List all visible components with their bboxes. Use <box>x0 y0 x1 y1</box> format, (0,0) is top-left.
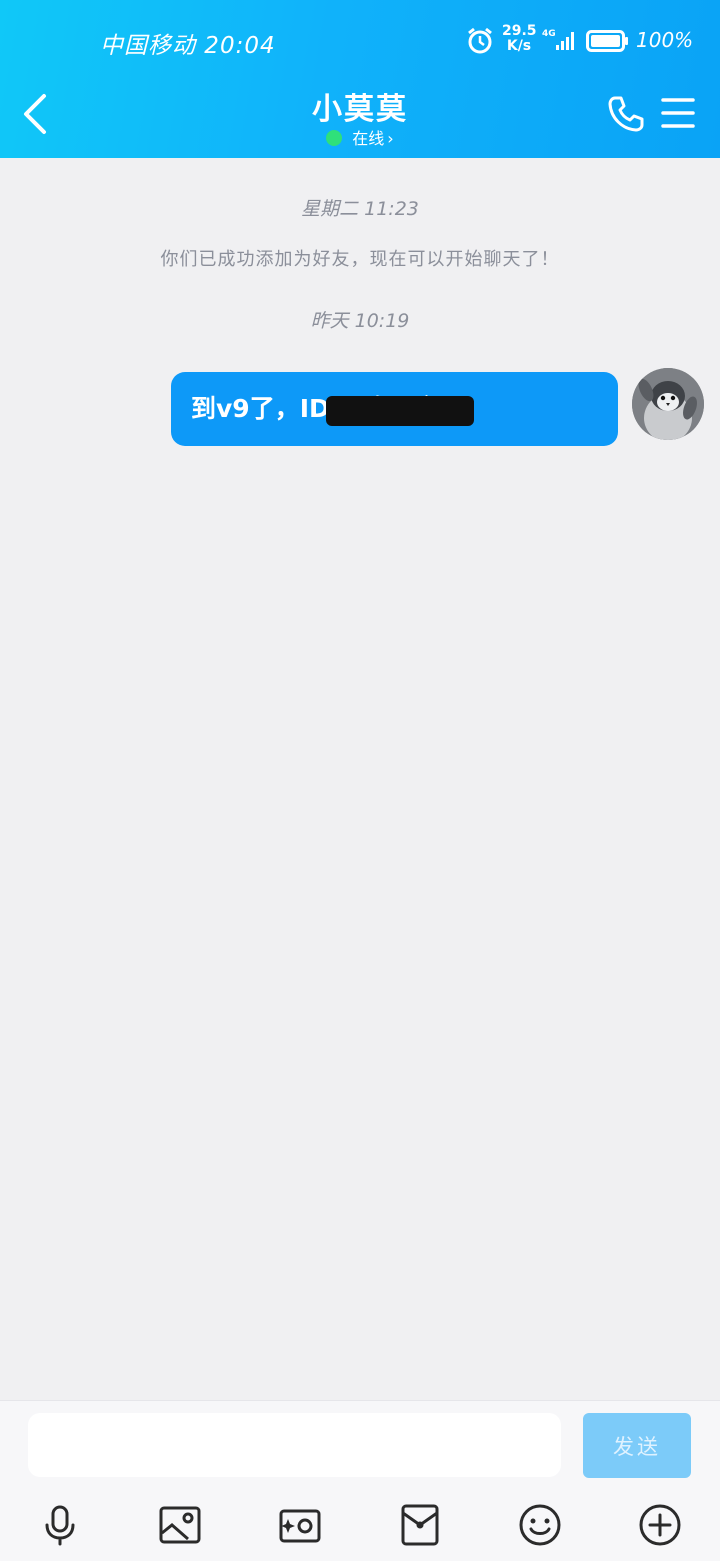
red-packet-icon <box>401 1504 439 1546</box>
phone-call-button[interactable] <box>606 94 646 134</box>
emoji-button[interactable] <box>518 1503 562 1547</box>
network-speed-value: 29.5 <box>502 23 537 39</box>
battery-percent: 100% <box>636 28 694 52</box>
alarm-icon <box>468 27 492 54</box>
message-input[interactable] <box>28 1413 561 1477</box>
signal-icon <box>556 32 574 50</box>
menu-button[interactable] <box>660 96 696 130</box>
voice-button[interactable] <box>38 1503 82 1547</box>
chevron-right-icon: › <box>387 129 394 148</box>
outgoing-message-bubble[interactable]: 到v9了，ID 心殇雨愈 <box>171 372 618 446</box>
red-packet-button[interactable] <box>398 1503 442 1547</box>
image-icon <box>159 1506 201 1544</box>
system-message: 你们已成功添加为好友，现在可以开始聊天了！ <box>160 249 560 270</box>
carrier-time: 中国移动 20:04 <box>100 33 276 59</box>
camera-icon <box>279 1509 321 1543</box>
redaction-mark <box>326 396 474 426</box>
status-bar: 中国移动 20:04 29.5 K/s 4G 100% <box>0 0 720 80</box>
timestamp: 昨天 10:19 <box>310 310 410 332</box>
chat-header: 中国移动 20:04 29.5 K/s 4G 100% 小莫莫 在线 › <box>0 0 720 158</box>
timestamp: 星期二 11:23 <box>301 198 419 220</box>
penguin-avatar-icon <box>632 368 704 440</box>
camera-button[interactable] <box>278 1503 322 1547</box>
network-speed-unit: K/s <box>506 38 532 54</box>
avatar[interactable] <box>632 368 704 440</box>
more-button[interactable] <box>638 1503 682 1547</box>
microphone-icon <box>45 1505 75 1546</box>
image-button[interactable] <box>158 1503 202 1547</box>
composer-bar: 发送 <box>0 1400 720 1561</box>
plus-icon <box>639 1504 681 1546</box>
send-button[interactable]: 发送 <box>583 1413 691 1478</box>
online-dot-icon <box>326 130 343 146</box>
network-speed: 29.5 K/s <box>502 23 537 54</box>
battery-icon <box>586 30 628 52</box>
emoji-icon <box>519 1504 561 1546</box>
presence-label: 在线 <box>352 129 385 148</box>
